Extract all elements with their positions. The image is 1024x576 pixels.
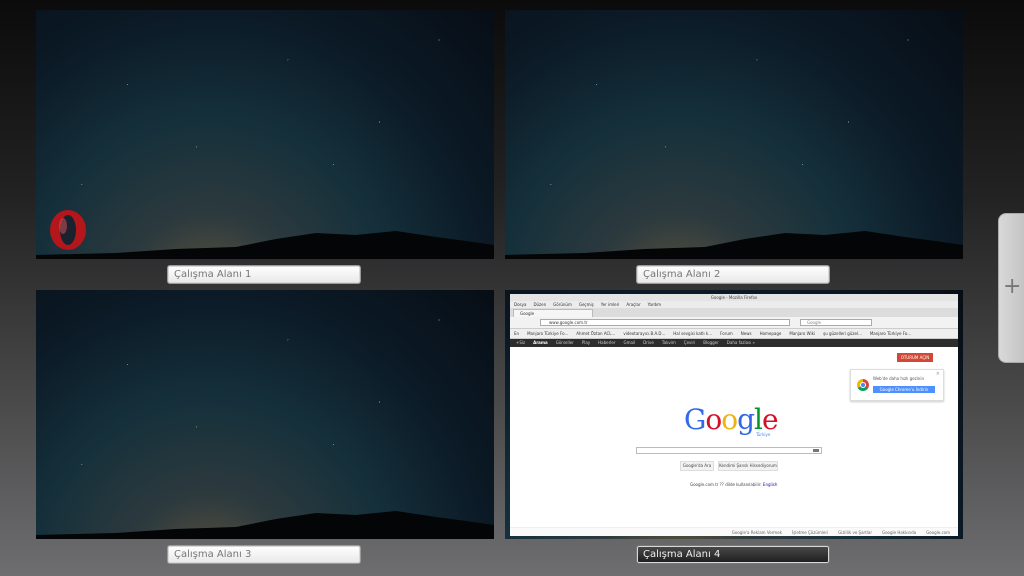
- workspace-4-preview[interactable]: Google - Mozilla Firefox Dosya Düzen Gör…: [505, 290, 963, 539]
- google-bar-item[interactable]: Play: [582, 339, 590, 347]
- english-link[interactable]: English: [763, 482, 777, 487]
- logo-subtitle: Türkiye: [756, 432, 771, 437]
- bookmarks-bar: En Manjaro Türkiye Fo... Ahmet Öztan ACL…: [510, 329, 958, 339]
- chrome-icon: [857, 379, 869, 391]
- treeline: [505, 231, 963, 259]
- tab-google[interactable]: Google: [513, 309, 593, 317]
- google-bar: +Siz Arama Görseller Play Haberler Gmail…: [510, 339, 958, 347]
- workspace-1-preview[interactable]: [36, 10, 494, 259]
- google-bar-item[interactable]: Haberler: [598, 339, 615, 347]
- firefox-window-thumbnail[interactable]: Google - Mozilla Firefox Dosya Düzen Gör…: [510, 294, 958, 536]
- google-bar-item[interactable]: Daha fazlası »: [727, 339, 755, 347]
- google-bar-item[interactable]: +Siz: [516, 339, 525, 347]
- workspace-2-preview[interactable]: [505, 10, 963, 259]
- add-workspace-button[interactable]: +: [998, 213, 1024, 363]
- bookmark-item[interactable]: En: [514, 329, 519, 338]
- google-search-input[interactable]: [636, 447, 822, 454]
- bookmark-item[interactable]: Homepage: [760, 329, 782, 338]
- google-bar-item[interactable]: Drive: [643, 339, 654, 347]
- google-bar-item[interactable]: Görseller: [556, 339, 574, 347]
- window-title: Google - Mozilla Firefox: [510, 294, 958, 301]
- bookmark-item[interactable]: şu güzelleri güzel...: [823, 329, 862, 338]
- treeline: [36, 231, 494, 259]
- opera-icon[interactable]: [48, 208, 88, 252]
- bookmark-item[interactable]: Manjaro Türkiye Fo...: [527, 329, 568, 338]
- menu-bar: Dosya Düzen Görünüm Geçmiş Yer imleri Ar…: [510, 301, 958, 308]
- tab-strip: Google: [510, 308, 958, 317]
- workspace-2-label[interactable]: Çalışma Alanı 2: [636, 265, 830, 284]
- workspace-1-label[interactable]: Çalışma Alanı 1: [167, 265, 361, 284]
- bookmark-item[interactable]: Manjaro Wiki: [789, 329, 815, 338]
- url-bar[interactable]: www.google.com.tr: [540, 319, 790, 326]
- feeling-lucky-button[interactable]: Kendimi Şanslı Hissediyorum: [718, 461, 778, 471]
- menu-item[interactable]: Araçlar: [626, 301, 640, 308]
- google-bar-item[interactable]: Gmail: [624, 339, 636, 347]
- chrome-promo: Web'de daha hızlı gezinin Google Chrome'…: [850, 369, 944, 401]
- google-bar-item[interactable]: Blogger: [703, 339, 719, 347]
- menu-item[interactable]: Yardım: [648, 301, 661, 308]
- bookmark-item[interactable]: Manjaro Türkiye Fo...: [870, 329, 911, 338]
- workspace-3-label[interactable]: Çalışma Alanı 3: [167, 545, 361, 564]
- navigation-bar: www.google.com.tr Google: [510, 317, 958, 329]
- bookmark-item[interactable]: Forum: [720, 329, 733, 338]
- menu-item[interactable]: Görünüm: [553, 301, 572, 308]
- treeline: [36, 511, 494, 539]
- footer-link[interactable]: Google Hakkında: [882, 528, 916, 536]
- google-search-button[interactable]: Google'da Ara: [680, 461, 714, 471]
- menu-item[interactable]: Yer imleri: [601, 301, 620, 308]
- keyboard-icon[interactable]: [813, 449, 819, 452]
- google-footer: Google'a Reklam Vermek İşletme Çözümleri…: [510, 527, 958, 536]
- footer-link[interactable]: İşletme Çözümleri: [792, 528, 828, 536]
- footer-link[interactable]: Gizlilik ve Şartlar: [838, 528, 872, 536]
- language-note: Google.com.tr ?? dilde kullanılabilir: E…: [690, 482, 778, 487]
- google-bar-item[interactable]: Arama: [533, 339, 548, 347]
- menu-item[interactable]: Geçmiş: [579, 301, 594, 308]
- google-bar-item[interactable]: Çeviri: [684, 339, 696, 347]
- workspace-4-label[interactable]: Çalışma Alanı 4: [636, 545, 830, 564]
- google-bar-item[interactable]: Takvim: [662, 339, 676, 347]
- bookmark-item[interactable]: Hal sevgisi katlı k...: [673, 329, 712, 338]
- footer-link[interactable]: Google'a Reklam Vermek: [732, 528, 782, 536]
- download-chrome-button[interactable]: Google Chrome'u İndirin: [873, 386, 935, 393]
- menu-item[interactable]: Dosya: [514, 301, 526, 308]
- menu-item[interactable]: Düzen: [533, 301, 546, 308]
- signin-button[interactable]: OTURUM AÇIN: [897, 353, 933, 362]
- page-content: OTURUM AÇIN Web'de daha hızlı gezinin Go…: [510, 347, 958, 536]
- plus-icon: +: [1003, 274, 1022, 299]
- footer-link[interactable]: Google.com: [926, 528, 950, 536]
- bookmark-item[interactable]: Ahmet Öztan ACL...: [576, 329, 615, 338]
- close-icon[interactable]: ×: [936, 371, 940, 377]
- search-input[interactable]: Google: [800, 319, 872, 326]
- promo-text: Web'de daha hızlı gezinin: [873, 376, 924, 381]
- bookmark-item[interactable]: videotarayıcı.B.A.D...: [623, 329, 665, 338]
- bookmark-item[interactable]: News: [741, 329, 752, 338]
- workspace-3-preview[interactable]: [36, 290, 494, 539]
- google-logo: Google: [684, 403, 779, 436]
